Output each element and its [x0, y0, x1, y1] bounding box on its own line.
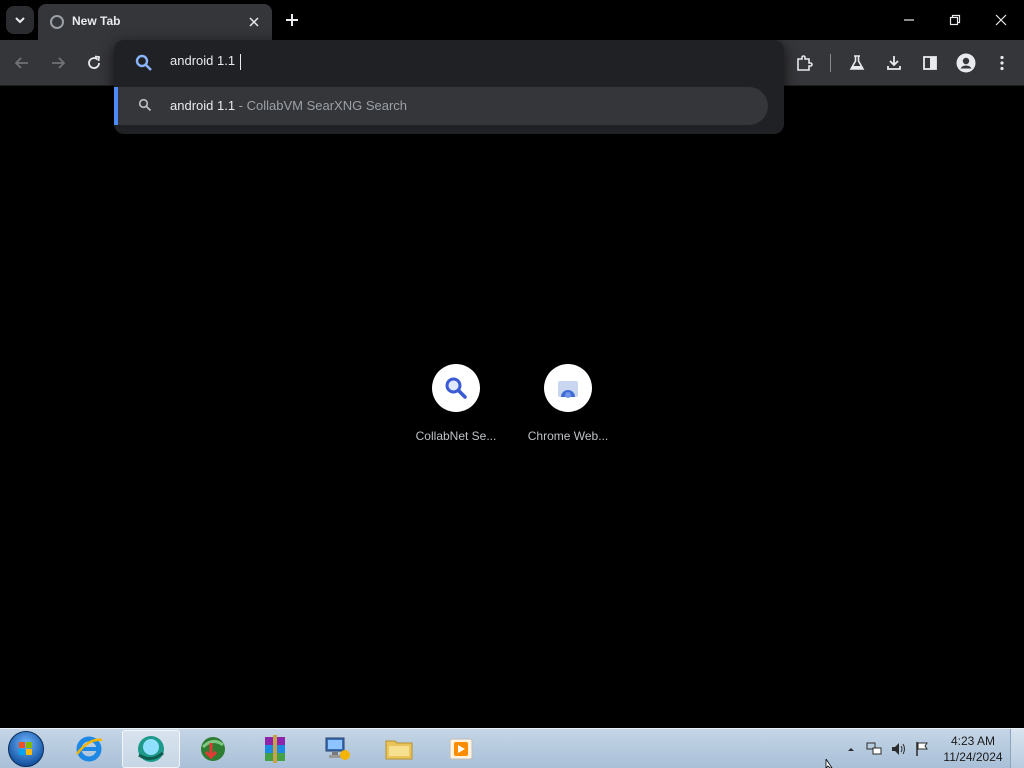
forward-button[interactable]	[46, 51, 70, 75]
shortcut-icon-circle	[432, 364, 480, 412]
volume-icon	[892, 743, 905, 755]
address-input[interactable]: android 1.1	[170, 53, 242, 70]
screen: New Tab android 1.1 android 1.1 - Collab…	[0, 0, 1024, 768]
taskbar-file-explorer[interactable]	[370, 730, 428, 768]
taskbar-download-manager[interactable]	[184, 730, 242, 768]
shortcut-collabnet-search[interactable]: CollabNet Se...	[408, 364, 504, 454]
search-icon	[135, 54, 152, 71]
tab-search-button[interactable]	[6, 6, 34, 34]
taskbar-network-computer[interactable]	[308, 730, 366, 768]
winrar-icon	[265, 735, 285, 763]
tray-network[interactable]	[866, 741, 882, 757]
suggestion-text: android 1.1 - CollabVM SearXNG Search	[170, 98, 407, 113]
profile-button[interactable]	[954, 51, 978, 75]
minimize-icon	[904, 19, 914, 21]
search-icon	[138, 98, 152, 112]
chevron-down-icon	[15, 17, 25, 24]
mouse-cursor-icon	[825, 759, 833, 768]
side-panel-button[interactable]	[918, 51, 942, 75]
minimize-button[interactable]	[886, 0, 932, 40]
arrow-left-icon	[14, 57, 28, 69]
flask-icon	[849, 55, 865, 70]
tab-close-button[interactable]	[244, 12, 264, 32]
omnibox-suggestion[interactable]: android 1.1 - CollabVM SearXNG Search	[114, 87, 768, 125]
suggestion-engine: CollabVM SearXNG Search	[246, 98, 408, 113]
shortcut-label: Chrome Web...	[527, 429, 609, 443]
restore-icon	[949, 14, 961, 26]
kebab-menu-icon	[1000, 55, 1004, 71]
start-button[interactable]	[5, 730, 47, 768]
tab-new-tab[interactable]: New Tab	[38, 4, 272, 40]
chevron-up-icon	[848, 748, 854, 751]
back-button[interactable]	[10, 51, 34, 75]
download-icon	[887, 56, 901, 70]
shortcut-chrome-web-store[interactable]: Chrome Web...	[520, 364, 616, 454]
profile-icon	[956, 53, 976, 73]
reload-button[interactable]	[82, 51, 106, 75]
downloads-button[interactable]	[882, 51, 906, 75]
address-input-value: android 1.1	[170, 53, 236, 68]
windows-logo-icon	[8, 731, 44, 767]
tab-title: New Tab	[72, 14, 121, 28]
taskbar-internet-explorer[interactable]	[60, 730, 118, 768]
toolbar-separator	[830, 54, 831, 72]
search-icon	[445, 377, 467, 399]
folder-icon	[385, 740, 413, 760]
flag-icon	[916, 742, 928, 756]
taskbar-clock[interactable]: 4:23 AM 11/24/2024	[938, 733, 1008, 765]
show-desktop-button[interactable]	[1010, 729, 1024, 768]
reload-icon	[88, 55, 101, 69]
clock-time: 4:23 AM	[950, 734, 996, 748]
chrome-web-store-icon	[558, 381, 578, 398]
shortcut-icon-circle	[544, 364, 592, 412]
globe-icon	[50, 15, 64, 29]
suggestion-selection-bar	[114, 87, 118, 125]
new-tab-button[interactable]	[280, 8, 304, 32]
network-icon	[866, 742, 882, 755]
tray-action-center[interactable]	[914, 741, 930, 757]
show-hidden-icons-button[interactable]	[843, 741, 859, 757]
restore-button[interactable]	[932, 0, 978, 40]
close-window-button[interactable]	[978, 0, 1024, 40]
taskbar: 4:23 AM 11/24/2024	[0, 728, 1024, 768]
computer-icon	[325, 737, 350, 760]
ie-icon	[76, 736, 103, 762]
taskbar-winrar[interactable]	[246, 730, 304, 768]
tray-volume[interactable]	[890, 741, 906, 757]
suggestion-separator: -	[235, 98, 247, 113]
shortcut-label: CollabNet Se...	[415, 429, 497, 443]
labs-button[interactable]	[845, 51, 869, 75]
taskbar-media-player[interactable]	[432, 730, 490, 768]
tab-strip: New Tab	[0, 0, 1024, 40]
text-caret	[240, 53, 242, 70]
taskbar-browser[interactable]	[122, 730, 180, 768]
idm-icon	[201, 737, 225, 761]
suggestion-query: android 1.1	[170, 98, 236, 113]
browser-icon	[138, 736, 164, 762]
media-player-icon	[449, 738, 473, 760]
close-icon	[995, 14, 1007, 26]
puzzle-icon	[797, 55, 813, 71]
extensions-button[interactable]	[792, 51, 816, 75]
side-panel-icon	[923, 56, 937, 70]
clock-date: 11/24/2024	[943, 750, 1003, 764]
arrow-right-icon	[52, 57, 66, 69]
menu-button[interactable]	[990, 51, 1014, 75]
close-icon	[249, 17, 259, 27]
plus-icon	[286, 14, 298, 26]
omnibox[interactable]: android 1.1 android 1.1 - CollabVM SearX…	[114, 40, 784, 134]
